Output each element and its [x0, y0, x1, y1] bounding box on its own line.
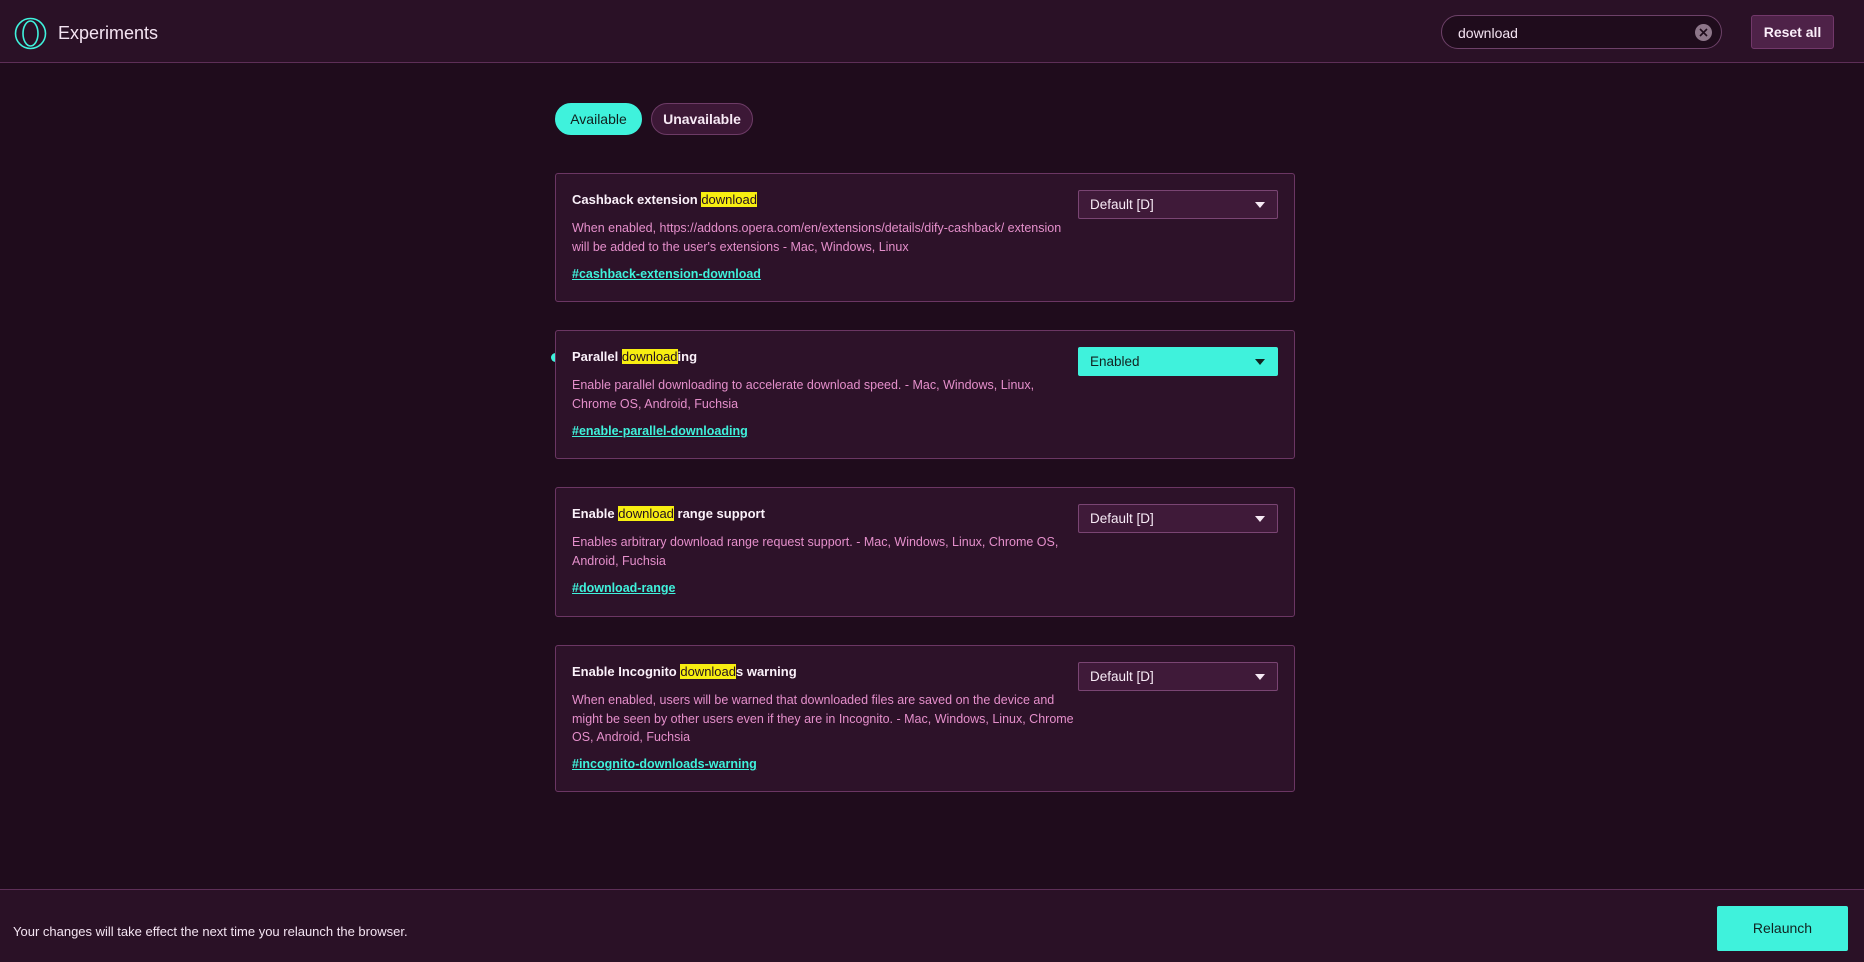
tab-unavailable[interactable]: Unavailable	[651, 103, 753, 135]
search-highlight: download	[621, 349, 678, 364]
select-value: Default [D]	[1090, 669, 1154, 684]
search-box[interactable]	[1441, 15, 1722, 49]
experiment-link[interactable]: #incognito-downloads-warning	[572, 757, 757, 771]
experiment-title: Cashback extension download	[572, 192, 757, 207]
experiment-select[interactable]: Enabled	[1078, 347, 1278, 376]
search-input[interactable]	[1458, 24, 1678, 42]
caret-down-icon	[1255, 674, 1265, 680]
experiment-card: Cashback extension download When enabled…	[555, 173, 1295, 302]
experiment-link[interactable]: #download-range	[572, 581, 675, 595]
experiment-title: Enable download range support	[572, 506, 765, 521]
relaunch-button[interactable]: Relaunch	[1717, 906, 1848, 951]
caret-down-icon	[1255, 202, 1265, 208]
select-value: Default [D]	[1090, 197, 1154, 212]
search-highlight: download	[701, 192, 757, 207]
experiment-select[interactable]: Default [D]	[1078, 504, 1278, 533]
experiment-description: Enables arbitrary download range request…	[572, 535, 1059, 568]
close-icon	[1699, 28, 1708, 37]
experiment-select[interactable]: Default [D]	[1078, 190, 1278, 219]
experiment-card: Enable download range support Enables ar…	[555, 487, 1295, 617]
relaunch-bar: Your changes will take effect the next t…	[0, 889, 1864, 962]
relaunch-message: Your changes will take effect the next t…	[13, 924, 408, 939]
experiment-card: Parallel downloading Enable parallel dow…	[555, 330, 1295, 459]
experiment-select[interactable]: Default [D]	[1078, 662, 1278, 691]
clear-circle-icon[interactable]	[1695, 24, 1712, 41]
experiment-link[interactable]: #enable-parallel-downloading	[572, 424, 748, 438]
caret-down-icon	[1255, 359, 1265, 365]
search-highlight: download	[618, 506, 674, 521]
select-value: Enabled	[1090, 354, 1140, 369]
select-value: Default [D]	[1090, 511, 1154, 526]
experiment-title: Parallel downloading	[572, 349, 698, 364]
tab-available[interactable]: Available	[555, 103, 642, 135]
top-bar: Experiments Reset all	[0, 0, 1864, 63]
experiment-description: Enable parallel downloading to accelerat…	[572, 378, 1035, 411]
experiment-description: When enabled, users will be warned that …	[572, 693, 1074, 744]
experiment-link[interactable]: #cashback-extension-download	[572, 267, 761, 281]
experiment-card: Enable Incognito downloads warning When …	[555, 645, 1295, 792]
experiment-title: Enable Incognito downloads warning	[572, 664, 797, 679]
experiment-description: When enabled, https://addons.opera.com/e…	[572, 221, 1062, 254]
caret-down-icon	[1255, 516, 1265, 522]
opera-logo-icon	[14, 17, 47, 50]
reset-all-button[interactable]: Reset all	[1751, 15, 1834, 49]
page-title: Experiments	[58, 23, 159, 43]
search-highlight: download	[680, 664, 736, 679]
